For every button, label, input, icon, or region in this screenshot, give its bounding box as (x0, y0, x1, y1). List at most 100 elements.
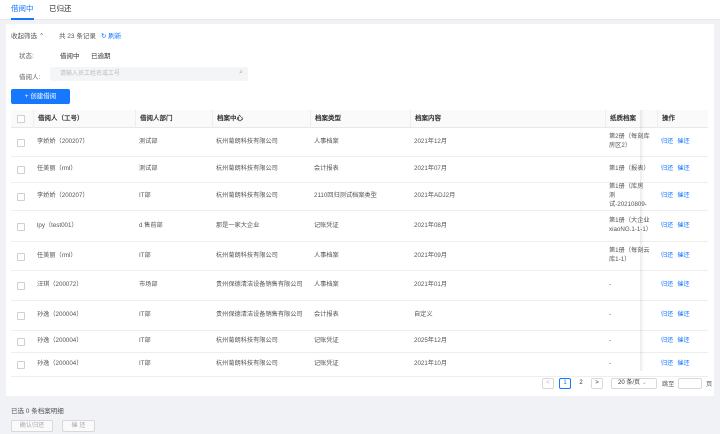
cell-type: 会计报表 (314, 311, 339, 318)
collapse-filter-toggle[interactable]: 收起筛选 ⌃ (11, 30, 44, 40)
cell-paper: - (609, 360, 612, 367)
return-link[interactable]: 归还 (661, 192, 673, 201)
row-checkbox[interactable] (17, 312, 25, 320)
return-link[interactable]: 归还 (661, 165, 673, 174)
tab-borrowing[interactable]: 借阅中 (11, 0, 34, 20)
cell-borrower: 孙逸（200004） (37, 337, 83, 344)
cell-actions: 归还 催还 (661, 183, 708, 210)
remind-link[interactable]: 催还 (677, 138, 689, 147)
status-option-borrowing[interactable]: 借阅中 (60, 50, 80, 60)
return-link[interactable]: 归还 (661, 360, 673, 369)
return-link[interactable]: 归还 (661, 252, 673, 261)
row-checkbox[interactable] (17, 222, 25, 231)
return-link[interactable]: 归还 (661, 222, 673, 231)
cell-actions: 归还 催还 (661, 353, 708, 376)
row-checkbox[interactable] (17, 282, 25, 290)
col-actions: 操作 (657, 110, 708, 128)
row-checkbox[interactable] (17, 338, 25, 346)
row-checkbox[interactable] (17, 361, 25, 369)
remind-link[interactable]: 催还 (677, 252, 689, 261)
page-1-button[interactable]: 1 (559, 378, 571, 389)
return-link[interactable]: 归还 (661, 281, 673, 290)
remind-link[interactable]: 催还 (677, 222, 689, 231)
cell-actions: 归还 催还 (661, 128, 708, 156)
row-checkbox[interactable] (17, 252, 25, 261)
borrower-search-box: ⌕ (50, 67, 248, 81)
page-size-select[interactable]: 20 条/页 ⌄ (611, 378, 657, 389)
cell-type: 会计报表 (314, 165, 339, 172)
borrow-table: 借阅人（工号） 借阅人部门 档案中心 档案类型 档案内容 纸质档案 操作 李娇娇… (11, 110, 708, 377)
remind-link[interactable]: 催还 (677, 165, 689, 174)
status-option-overdue[interactable]: 已逾期 (91, 50, 111, 60)
jump-page-input[interactable] (678, 378, 702, 389)
cell-actions: 归还 催还 (661, 301, 708, 330)
cell-actions: 归还 催还 (661, 242, 708, 270)
row-checkbox[interactable] (17, 166, 25, 174)
row-checkbox[interactable] (17, 193, 25, 201)
tab-returned[interactable]: 已归还 (49, 0, 72, 20)
col-borrower: 借阅人（工号） (33, 110, 135, 128)
cell-type: 记账凭证 (314, 337, 339, 344)
status-label: 状态: (19, 53, 34, 60)
cell-content: 2021年10月 (414, 360, 448, 367)
cell-center: 杭州菊朗科技有限公司 (216, 137, 278, 145)
confirm-return-button[interactable]: 确认归还 (11, 420, 53, 432)
row-checkbox[interactable] (17, 138, 25, 147)
cell-borrower: 李娇娇（200207） (37, 192, 89, 199)
table-header: 借阅人（工号） 借阅人部门 档案中心 档案类型 档案内容 纸质档案 操作 (11, 110, 708, 128)
table-row: 李娇娇（200207） IT部 杭州菊朗科技有限公司 2110回归测试档案类型 2021… (11, 183, 708, 211)
cell-paper: 第1册（大企业xiaoNG.1-1-1） (609, 217, 652, 233)
prev-page-button[interactable]: < (542, 378, 554, 389)
table-row: 孙逸（200004） IT部 杭州菊朗科技有限公司 记账凭证 2025年12月 - 归还 催还 (11, 331, 708, 353)
cell-dept: d 售前部 (139, 221, 163, 229)
return-link[interactable]: 归还 (661, 138, 673, 147)
remind-link[interactable]: 催还 (677, 311, 689, 320)
table-row: 孙逸（200004） IT部 贵州保德清洁设备销售有限公司 会计报表 自定义 - 归还 催还 (11, 301, 708, 331)
cell-actions: 归还 催还 (661, 211, 708, 241)
borrower-search-input[interactable] (50, 67, 230, 81)
cell-dept: IT部 (139, 192, 151, 199)
cell-paper: 第1册（库房 测试-20210809- (609, 183, 647, 208)
cell-paper: 第1册（报表） (609, 165, 650, 172)
search-icon[interactable]: ⌕ (239, 69, 243, 77)
jump-label: 跳至 (662, 381, 675, 388)
col-archive-center: 档案中心 (212, 110, 310, 128)
borrower-label: 借阅人: (19, 74, 41, 81)
cell-content: 2021年07月 (414, 165, 448, 172)
cell-borrower: lpy（test001） (37, 221, 78, 229)
refresh-link[interactable]: ↻ 刷新 (101, 30, 121, 40)
select-all-checkbox[interactable] (17, 115, 25, 123)
next-page-button[interactable]: > (591, 378, 603, 389)
return-link[interactable]: 归还 (661, 337, 673, 346)
chevron-down-icon: ⌄ (641, 380, 647, 386)
cell-content: 2021年08月 (414, 221, 448, 229)
cell-borrower: 孙逸（200004） (37, 311, 83, 318)
cell-type: 人事档案 (314, 281, 339, 288)
page-2-button[interactable]: 2 (575, 378, 587, 389)
create-borrow-button[interactable]: + 创建借阅 (11, 89, 70, 104)
cell-content: 2021年ADJ2月 (414, 192, 456, 199)
jump-unit: 页 (706, 381, 713, 388)
cell-center: 贵州保德清洁设备销售有限公司 (216, 311, 303, 318)
remind-link[interactable]: 催还 (677, 337, 689, 346)
remind-link[interactable]: 催还 (677, 281, 689, 290)
col-department: 借阅人部门 (135, 110, 212, 128)
cell-type: 人事档案 (314, 137, 339, 145)
cell-borrower: 李娇娇（200207） (37, 137, 89, 145)
cell-center: 杭州菊朗科技有限公司 (216, 337, 278, 344)
cell-content: 2021年01月 (414, 281, 448, 288)
cell-borrower: 汪琪（200072） (37, 281, 83, 288)
cell-center: 杭州菊朗科技有限公司 (216, 192, 278, 199)
cell-dept: IT部 (139, 360, 151, 367)
remind-return-button[interactable]: 催 还 (62, 420, 95, 432)
return-link[interactable]: 归还 (661, 311, 673, 320)
table-row: lpy（test001） d 售前部 那是一家大企业 记账凭证 2021年08月 第1册（… (11, 211, 708, 242)
cell-borrower: 任美丽（rml） (37, 251, 77, 259)
cell-type: 记账凭证 (314, 221, 339, 229)
col-paper-archive: 纸质档案 (605, 110, 657, 128)
cell-paper: 第2册（每刻库房区2） (609, 133, 650, 149)
cell-center: 贵州保德清洁设备销售有限公司 (216, 281, 303, 288)
remind-link[interactable]: 催还 (677, 192, 689, 201)
table-row: 孙逸（200004） IT部 杭州菊朗科技有限公司 记账凭证 2021年10月 - 归还 催还 (11, 353, 708, 377)
remind-link[interactable]: 催还 (677, 360, 689, 369)
